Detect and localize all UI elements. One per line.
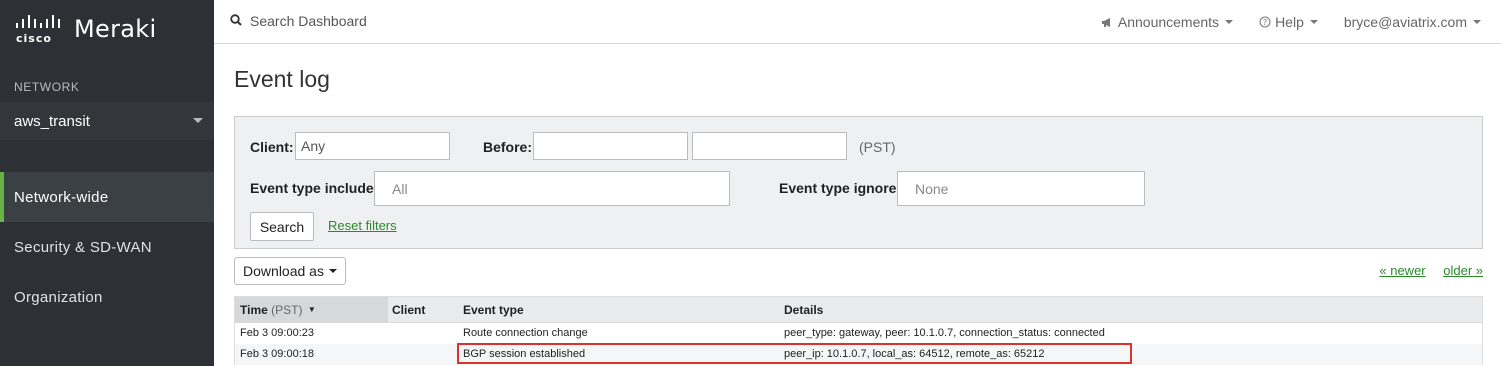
event-type-ignore-label: Event type ignore: xyxy=(779,180,902,196)
column-header-time-unit: (PST) xyxy=(271,303,303,317)
cisco-meraki-logo[interactable]: cisco Meraki xyxy=(15,14,157,45)
sidebar-item-label: Organization xyxy=(14,288,103,306)
column-header-time[interactable]: Time (PST) ▼ xyxy=(235,297,388,323)
network-label: NETWORK xyxy=(14,80,80,94)
column-header-event-type[interactable]: Event type xyxy=(463,297,524,323)
sidebar-item-network-wide[interactable]: Network-wide xyxy=(0,172,214,222)
event-log-table: Time (PST) ▼ Client Event type Details F… xyxy=(234,296,1483,365)
chevron-down-icon xyxy=(1225,20,1234,24)
announcements-label: Announcements xyxy=(1117,14,1220,30)
cell-event-type: Route connection change xyxy=(463,327,588,339)
cisco-bars-icon xyxy=(16,15,60,28)
column-header-client[interactable]: Client xyxy=(392,297,425,323)
cell-details: peer_type: gateway, peer: 10.1.0.7, conn… xyxy=(784,327,1105,339)
search-icon xyxy=(230,14,242,26)
top-right-menu: Announcements ? Help bryce@aviatrix.com xyxy=(1075,0,1481,44)
pager: « newer older » xyxy=(1365,263,1483,278)
older-link[interactable]: older » xyxy=(1443,263,1483,278)
event-type-include-input[interactable] xyxy=(374,171,730,206)
search-dashboard-input[interactable] xyxy=(250,10,550,32)
client-filter-input[interactable] xyxy=(295,132,450,160)
user-email: bryce@aviatrix.com xyxy=(1343,14,1467,30)
table-row[interactable]: Feb 3 09:00:23 Route connection change p… xyxy=(235,323,1482,344)
page-title: Event log xyxy=(234,66,330,92)
timezone-label: (PST) xyxy=(859,139,896,155)
cell-details: peer_ip: 10.1.0.7, local_as: 64512, remo… xyxy=(784,348,1045,360)
download-as-label: Download as xyxy=(243,263,324,279)
user-menu[interactable]: bryce@aviatrix.com xyxy=(1344,14,1481,30)
cell-time: Feb 3 09:00:18 xyxy=(240,348,315,360)
help-circle-icon: ? xyxy=(1259,16,1271,28)
column-header-time-label: Time xyxy=(240,303,268,317)
sort-desc-icon: ▼ xyxy=(307,305,316,314)
before-date-input[interactable] xyxy=(533,132,688,160)
megaphone-icon xyxy=(1101,17,1110,27)
sidebar-item-label: Security & SD-WAN xyxy=(14,238,152,256)
reset-filters-link[interactable]: Reset filters xyxy=(328,218,397,233)
event-type-include-label: Event type include: xyxy=(250,180,379,196)
chevron-down-icon xyxy=(1473,20,1481,24)
sidebar-item-label: Network-wide xyxy=(14,188,109,206)
cisco-logo: cisco xyxy=(15,14,63,45)
help-menu[interactable]: ? Help xyxy=(1259,14,1318,30)
sidebar-item-organization[interactable]: Organization xyxy=(0,272,214,322)
network-selector-value: aws_transit xyxy=(14,112,90,130)
search-button[interactable]: Search xyxy=(250,212,314,241)
top-bar: Announcements ? Help bryce@aviatrix.com xyxy=(214,0,1501,44)
caret-down-icon xyxy=(328,269,337,273)
caret-down-icon xyxy=(193,118,203,123)
table-row[interactable]: Feb 3 09:00:18 BGP session established p… xyxy=(235,344,1482,365)
table-header: Time (PST) ▼ Client Event type Details xyxy=(235,297,1482,323)
network-selector[interactable]: aws_transit xyxy=(0,102,214,140)
column-header-details[interactable]: Details xyxy=(784,297,823,323)
client-filter-label: Client: xyxy=(250,139,294,155)
download-as-button[interactable]: Download as xyxy=(234,257,346,285)
newer-link[interactable]: « newer xyxy=(1379,263,1425,278)
sidebar-item-security-sd-wan[interactable]: Security & SD-WAN xyxy=(0,222,214,272)
help-label: Help xyxy=(1275,14,1304,30)
chevron-down-icon xyxy=(1309,20,1318,24)
meraki-wordmark: Meraki xyxy=(74,15,157,43)
svg-text:?: ? xyxy=(1263,18,1267,27)
cisco-wordmark: cisco xyxy=(16,32,52,45)
sidebar: cisco Meraki NETWORK aws_transit Network… xyxy=(0,0,214,366)
cell-event-type: BGP session established xyxy=(463,348,586,360)
before-filter-label: Before: xyxy=(483,139,533,155)
cell-time: Feb 3 09:00:23 xyxy=(240,327,315,339)
filters-panel: Client: Before: (PST) Event type include… xyxy=(234,116,1483,249)
before-time-input[interactable] xyxy=(692,132,847,160)
event-type-ignore-input[interactable] xyxy=(897,171,1145,206)
announcements-menu[interactable]: Announcements xyxy=(1101,14,1234,30)
